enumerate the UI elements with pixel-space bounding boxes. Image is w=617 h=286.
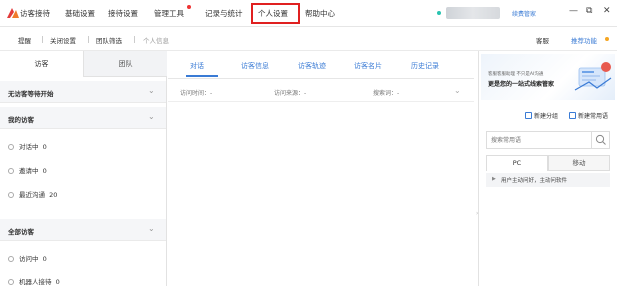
chevron-down-icon[interactable]: ⌄ xyxy=(454,86,461,95)
status-ring-icon xyxy=(8,192,14,198)
banner-subtitle: 客服客服助理 不只是AI沟通 xyxy=(488,72,544,77)
new-phrase-button[interactable]: 新建常用语 xyxy=(569,111,608,120)
menu-visitor-reception[interactable]: 访客接待 xyxy=(20,8,50,19)
toolbar-recommended-features[interactable]: 推荐功能 xyxy=(571,35,597,45)
item-count: 20 xyxy=(49,191,58,199)
toolbar-customer-service[interactable]: 客服 xyxy=(536,35,549,45)
toolbar-personal-info[interactable]: 个人信息 xyxy=(143,35,169,45)
new-group-button[interactable]: 新建分组 xyxy=(525,111,558,120)
menu-help-center[interactable]: 帮助中心 xyxy=(305,8,335,19)
tab-team[interactable]: 团队 xyxy=(83,51,167,77)
group-my-visitors[interactable]: 我的访客 ⌄ xyxy=(0,107,166,129)
tab-conversation[interactable]: 对话 xyxy=(190,61,204,71)
filter-visit-time: 访问时间：- xyxy=(180,90,213,97)
phrase-search-input[interactable] xyxy=(491,134,586,146)
filter-visit-source: 访问来源：- xyxy=(274,90,307,97)
tab-visitor-card[interactable]: 访客名片 xyxy=(354,61,382,71)
banner-headline: 更是您的一站式线索管家 xyxy=(488,81,555,88)
item-label: 邀请中 xyxy=(19,167,39,175)
chevron-down-icon: ⌄ xyxy=(148,86,155,95)
personal-settings-highlight xyxy=(251,3,300,24)
document-plus-icon xyxy=(569,112,576,119)
tab-divider xyxy=(168,78,474,79)
banner-illustration-icon xyxy=(574,62,612,91)
new-phrase-label: 新建常用语 xyxy=(578,113,609,120)
notification-dot xyxy=(187,5,191,9)
tab-visitor-track[interactable]: 访客轨迹 xyxy=(298,61,326,71)
renewal-link[interactable]: 续费管家 xyxy=(512,9,536,18)
item-count: 0 xyxy=(42,143,47,151)
tab-visitors[interactable]: 访客 xyxy=(0,51,83,77)
phrase-search-box xyxy=(486,131,610,149)
tab-history[interactable]: 历史记录 xyxy=(411,61,439,71)
toolbar-close-settings[interactable]: 关闭设置 xyxy=(50,35,76,45)
search-button[interactable] xyxy=(591,132,609,148)
tab-mobile[interactable]: 移动 xyxy=(548,155,610,171)
app-logo-icon xyxy=(7,8,19,18)
promo-banner[interactable]: 客服客服助理 不只是AI沟通 更是您的一站式线索管家 xyxy=(481,54,615,100)
toolbar-team-filter[interactable]: 团队筛选 xyxy=(96,35,122,45)
caret-right-icon: ▶ xyxy=(492,176,496,182)
recommend-badge-dot xyxy=(605,37,609,41)
top-menu-bar: 访客接待 基础设置 接待设置 管理工具 记录与统计 个人设置 帮助中心 续费管家… xyxy=(0,0,617,27)
visitor-filter-row: 访问时间：- 访问来源：- 搜索词：- ⌄ xyxy=(168,84,474,102)
chevron-down-icon: ⌄ xyxy=(148,224,155,233)
visitor-sidebar: 访客 团队 无访客等待开始 ⌄ 我的访客 ⌄ 对话中 0 邀请中 0 最近沟通 … xyxy=(0,51,167,286)
conversation-panel: 对话 访客信息 访客轨迹 访客名片 历史记录 访问时间：- 访问来源：- 搜索词… xyxy=(168,51,474,286)
online-status-dot xyxy=(437,11,441,15)
menu-basic-settings[interactable]: 基础设置 xyxy=(65,8,95,19)
list-item-robot-reception[interactable]: 机器人接待 0 xyxy=(8,276,60,286)
new-group-label: 新建分组 xyxy=(534,113,559,120)
account-name-blurred[interactable] xyxy=(446,7,500,19)
folder-plus-icon xyxy=(525,112,532,119)
status-ring-icon xyxy=(8,256,14,262)
secondary-toolbar: 提醒 关闭设置 团队筛选 个人信息 客服 推荐功能 xyxy=(0,27,617,51)
tab-visitor-info[interactable]: 访客信息 xyxy=(241,61,269,71)
status-ring-icon xyxy=(8,279,14,285)
list-item-recent[interactable]: 最近沟通 20 xyxy=(8,189,57,199)
quick-reply-panel: 客服客服助理 不只是AI沟通 更是您的一站式线索管家 新建分组 新建常用语 PC… xyxy=(478,51,617,286)
minimize-icon[interactable]: — xyxy=(569,6,578,16)
phrase-group-row[interactable]: ▶ 用户主动问好，主动问软件 xyxy=(486,173,610,187)
tab-pc[interactable]: PC xyxy=(486,155,548,171)
menu-management-tools[interactable]: 管理工具 xyxy=(154,8,184,19)
group-waiting-title: 无访客等待开始 xyxy=(8,90,54,98)
filter-search-keyword: 搜索词：- xyxy=(373,90,400,97)
active-tab-indicator xyxy=(186,75,218,77)
item-label: 访问中 xyxy=(19,255,39,263)
group-all-visitors[interactable]: 全部访客 ⌄ xyxy=(0,219,166,241)
toolbar-divider xyxy=(42,36,43,43)
list-item-visiting[interactable]: 访问中 0 xyxy=(8,253,47,263)
item-label: 最近沟通 xyxy=(19,191,45,199)
item-count: 0 xyxy=(42,255,47,263)
chevron-down-icon: ⌄ xyxy=(148,112,155,121)
item-count: 0 xyxy=(55,278,60,286)
phrase-group-label: 用户主动问好，主动问软件 xyxy=(501,178,568,184)
status-ring-icon xyxy=(8,168,14,174)
menu-records-statistics[interactable]: 记录与统计 xyxy=(205,8,243,19)
item-label: 机器人接待 xyxy=(19,278,52,286)
menu-reception-settings[interactable]: 接待设置 xyxy=(108,8,138,19)
group-all-visitors-title: 全部访客 xyxy=(8,228,34,236)
restore-icon[interactable]: ⧉ xyxy=(586,6,592,16)
group-waiting[interactable]: 无访客等待开始 ⌄ xyxy=(0,81,166,103)
status-ring-icon xyxy=(8,144,14,150)
item-count: 0 xyxy=(42,167,47,175)
group-my-visitors-title: 我的访客 xyxy=(8,116,34,124)
list-item-inviting[interactable]: 邀请中 0 xyxy=(8,165,47,175)
list-item-in-conversation[interactable]: 对话中 0 xyxy=(8,141,47,151)
toolbar-divider xyxy=(88,36,89,43)
item-label: 对话中 xyxy=(19,143,39,151)
toolbar-reminder[interactable]: 提醒 xyxy=(18,35,31,45)
search-icon xyxy=(595,134,606,145)
close-icon[interactable]: ✕ xyxy=(603,6,611,16)
toolbar-divider xyxy=(134,36,135,43)
